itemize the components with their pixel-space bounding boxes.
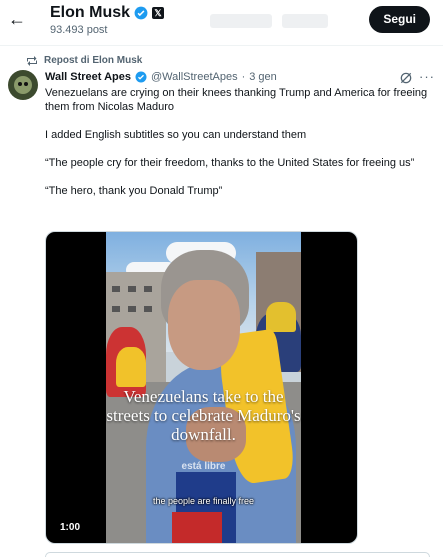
verified-badge-icon [134, 6, 148, 20]
avatar[interactable] [8, 70, 38, 100]
next-card-edge [45, 552, 430, 557]
tweet-paragraph: “The people cry for their freedom, thank… [45, 157, 415, 169]
tweet-text: Venezuelans are crying on their knees th… [45, 86, 430, 198]
repost-icon [27, 55, 37, 66]
video-duration: 1:00 [60, 522, 81, 533]
tweet-author: Wall Street Apes @WallStreetApes · 3 gen [45, 71, 277, 83]
repost-indicator[interactable]: Repost di Elon Musk [26, 55, 142, 66]
header-title: Elon Musk 𝕏 [50, 4, 165, 22]
faded-tab-placeholder [282, 14, 328, 28]
post-count: 93.493 post [50, 24, 108, 36]
repost-label: Repost di Elon Musk [44, 55, 143, 66]
video-frame: Venezuelans take to the streets to celeb… [106, 232, 301, 543]
profile-header: ← Elon Musk 𝕏 93.493 post Segui [0, 0, 443, 46]
x-affiliate-badge-icon: 𝕏 [152, 7, 165, 19]
tweet-paragraph: “The hero, thank you Donald Trump” [45, 185, 223, 197]
grok-icon[interactable] [399, 71, 413, 85]
separator-dot: · [241, 71, 246, 83]
author-display-name[interactable]: Wall Street Apes [45, 71, 131, 83]
video-overlay-text: Venezuelans take to the streets to celeb… [106, 387, 301, 444]
arrow-left-icon[interactable]: ← [6, 8, 28, 30]
tweet-paragraph: I added English subtitles so you can und… [45, 129, 307, 141]
post-time[interactable]: 3 gen [249, 71, 277, 83]
video-player[interactable]: Venezuelans take to the streets to celeb… [45, 231, 358, 544]
follow-button[interactable]: Segui [369, 6, 430, 33]
faded-tab-placeholder [210, 14, 272, 28]
header-name: Elon Musk [50, 4, 131, 21]
video-faint-text: está libre [181, 461, 226, 472]
author-handle[interactable]: @WallStreetApes [151, 71, 238, 83]
tweet-paragraph: Venezuelans are crying on their knees th… [45, 87, 428, 113]
verified-badge-icon [135, 71, 147, 83]
more-icon[interactable]: ··· [419, 69, 435, 84]
video-subtitle: the people are finally free [152, 496, 255, 506]
